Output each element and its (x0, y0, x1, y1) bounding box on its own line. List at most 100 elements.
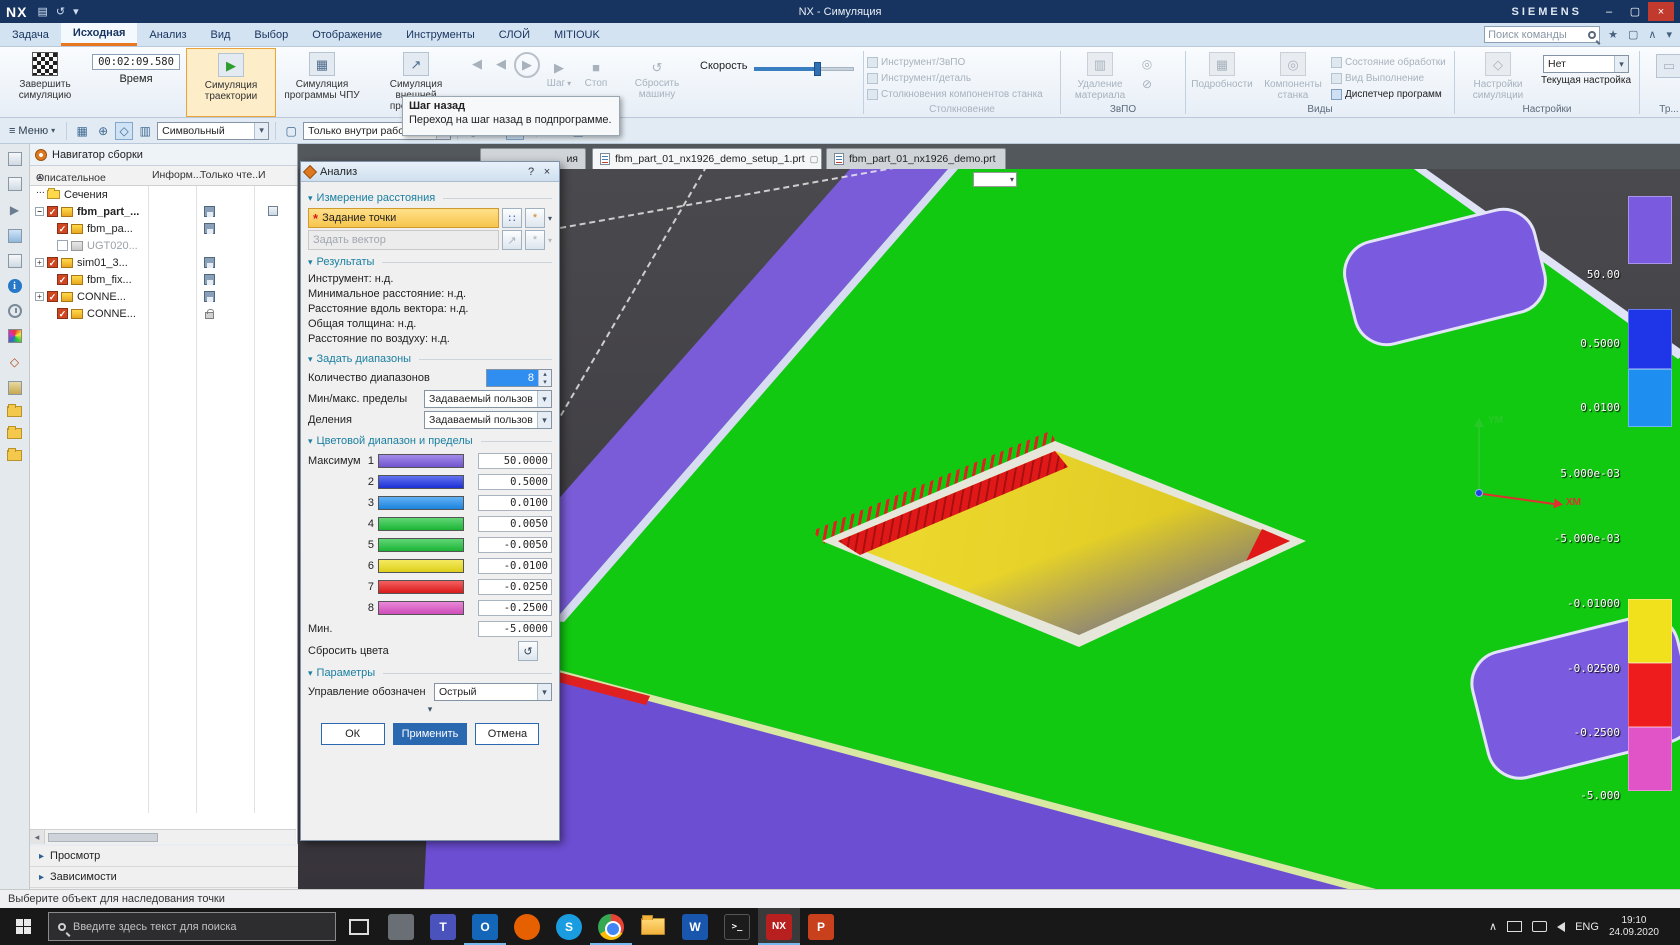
range-value-field[interactable]: 0.0100 (478, 494, 552, 511)
tree-row-sim01[interactable]: + ✓ sim01_3... (30, 254, 297, 271)
range-value-field[interactable]: -0.2500 (478, 599, 552, 616)
tree-row-conne-2[interactable]: ✓ CONNE... (30, 305, 297, 322)
taskbar-app-cmd[interactable]: >_ (716, 908, 758, 945)
vector-dialog-button[interactable]: ↗ (501, 230, 522, 250)
point-options-dropdown-icon[interactable]: ▾ (548, 214, 552, 223)
machine-navigator-icon[interactable] (7, 254, 22, 268)
dialog-close-icon[interactable]: × (539, 164, 555, 180)
taskbar-app-nx[interactable]: NX (758, 908, 800, 945)
dialog-help-icon[interactable]: ? (523, 164, 539, 180)
info-icon[interactable]: i (7, 279, 22, 293)
range-value-field[interactable]: 0.0050 (478, 515, 552, 532)
specify-point-field[interactable]: * Задание точки (308, 208, 499, 228)
tray-chevron-icon[interactable]: ∧ (1489, 920, 1497, 933)
details-button[interactable]: ▦ Подробности (1189, 48, 1255, 90)
vector-options-dropdown-icon[interactable]: ▾ (548, 236, 552, 245)
speed-slider[interactable] (753, 62, 854, 76)
simulate-toolpath-button[interactable]: ▶ Симуляция траектории (186, 48, 276, 117)
expand-expander-icon[interactable]: + (35, 258, 44, 267)
file-tab-setup[interactable]: fbm_part_01_nx1926_demo_setup_1.prt ▢ × (592, 148, 822, 169)
simulate-nc-program-button[interactable]: ▦ Симуляция программы ЧПУ (276, 48, 368, 117)
hscrollbar-thumb[interactable] (48, 832, 158, 842)
taskbar-app-teams[interactable]: T (422, 908, 464, 945)
volume-icon[interactable] (1557, 921, 1566, 932)
tree-row-fbm-fix[interactable]: ✓ fbm_fix... (30, 271, 297, 288)
tr-group-icon[interactable]: ▭ (1656, 54, 1680, 78)
taskbar-app-chrome[interactable] (590, 908, 632, 945)
viewport-mini-dropdown[interactable]: ▾ (973, 172, 1017, 187)
tab-mitiouk[interactable]: MITIOUK (542, 23, 612, 46)
selection-filter-icon-1[interactable]: ▦ (73, 122, 91, 140)
pin-icon[interactable]: ▢ (810, 154, 819, 165)
scope-icon[interactable]: ▢ (282, 122, 300, 140)
color-swatch[interactable] (378, 600, 464, 615)
window-layout-icon[interactable]: ▢ (1626, 28, 1640, 41)
divisions-combo[interactable]: Задаваемый пользов ▾ (424, 411, 552, 429)
apply-button[interactable]: Применить (392, 723, 468, 745)
ivs-option-1-icon[interactable]: ◎ (1138, 55, 1156, 73)
taskbar-app-outlook[interactable]: O (464, 908, 506, 945)
color-swatch[interactable] (378, 558, 464, 573)
selection-filter-icon-3[interactable]: ◇ (115, 121, 134, 140)
tab-zadacha[interactable]: Задача (0, 23, 61, 46)
start-button[interactable] (0, 908, 46, 945)
processing-state-toggle[interactable]: Состояние обработки (1331, 55, 1449, 69)
minimize-button[interactable]: – (1596, 2, 1622, 21)
network-icon[interactable] (1532, 921, 1548, 932)
material-removal-button[interactable]: ▥ Удаление материала (1064, 48, 1136, 101)
taskbar-app-word[interactable]: W (674, 908, 716, 945)
taskbar-clock[interactable]: 19:10 24.09.2020 (1609, 915, 1659, 939)
execution-view-toggle[interactable]: Вид Выполнение (1331, 71, 1449, 85)
history-icon[interactable] (7, 304, 22, 318)
column-readonly[interactable]: Только чте... (200, 169, 261, 181)
reset-machine-button[interactable]: ↺ Сбросить машину (616, 52, 698, 101)
tab-otobrazhenie[interactable]: Отображение (300, 23, 394, 46)
section-results[interactable]: ▾ Результаты (308, 256, 552, 268)
palette-icon[interactable] (7, 329, 22, 343)
column-i[interactable]: И (258, 169, 266, 181)
dialog-header[interactable]: Анализ ? × (301, 162, 559, 182)
checkbox-checked[interactable]: ✓ (47, 257, 58, 268)
collapse-expander-icon[interactable]: − (35, 207, 44, 216)
checkbox-checked[interactable]: ✓ (57, 274, 68, 285)
collision-tool-ivs-toggle[interactable]: Инструмент/ЗвПО (867, 55, 1043, 69)
selection-filter-icon-2[interactable]: ⊕ (94, 122, 112, 140)
tab-ishodnaya[interactable]: Исходная (60, 23, 138, 46)
color-swatch[interactable] (378, 453, 464, 468)
tab-sloy[interactable]: СЛОЙ (487, 23, 542, 46)
command-search-input[interactable]: Поиск команды (1484, 26, 1601, 43)
tree-row-fbm-pa[interactable]: ✓ fbm_pa... (30, 220, 297, 237)
checkbox-checked[interactable]: ✓ (57, 223, 68, 234)
taskbar-app-skype[interactable]: S (548, 908, 590, 945)
close-button[interactable]: × (1648, 2, 1674, 21)
finish-simulation-button[interactable]: Завершить симуляцию (4, 48, 86, 117)
section-parameters[interactable]: ▾ Параметры (308, 667, 552, 679)
tab-vybor[interactable]: Выбор (242, 23, 300, 46)
step-back-icon[interactable]: ◀ (490, 52, 512, 76)
ranges-count-spinner[interactable]: 8 ▴ ▾ (486, 369, 552, 387)
menu-button[interactable]: ≡ Меню ▾ (4, 123, 60, 139)
type-filter-combo[interactable]: Символьный ▾ (157, 121, 270, 140)
range-value-field[interactable]: 0.5000 (478, 473, 552, 490)
simulation-settings-button[interactable]: ◇ Настройки симуляции (1458, 48, 1538, 101)
color-swatch[interactable] (378, 474, 464, 489)
scroll-left-icon[interactable]: ◂ (30, 830, 45, 844)
tab-analiz[interactable]: Анализ (137, 23, 198, 46)
tree-row-conne-1[interactable]: + ✓ CONNE... (30, 288, 297, 305)
constraint-navigator-icon[interactable] (7, 177, 22, 191)
tab-instrumenty[interactable]: Инструменты (394, 23, 487, 46)
ivs-option-2-icon[interactable]: ⊘ (1138, 75, 1156, 93)
tree-row-sections[interactable]: Сечения (30, 186, 297, 203)
folder-icon[interactable] (7, 404, 22, 417)
origin-point[interactable] (1475, 489, 1483, 497)
inferred-point-button[interactable]: * (524, 208, 545, 228)
range-value-field[interactable]: -0.0050 (478, 536, 552, 553)
minimum-value-field[interactable]: -5.0000 (478, 620, 552, 637)
range-value-field[interactable]: 50.0000 (478, 452, 552, 469)
stop-button[interactable]: ■ Стоп (578, 52, 614, 90)
part-family-folder-icon[interactable] (7, 426, 22, 439)
color-swatch[interactable] (378, 579, 464, 594)
keyboard-icon[interactable] (1507, 921, 1523, 932)
speed-slider-thumb[interactable] (813, 62, 821, 76)
layers-icon[interactable] (7, 381, 22, 395)
